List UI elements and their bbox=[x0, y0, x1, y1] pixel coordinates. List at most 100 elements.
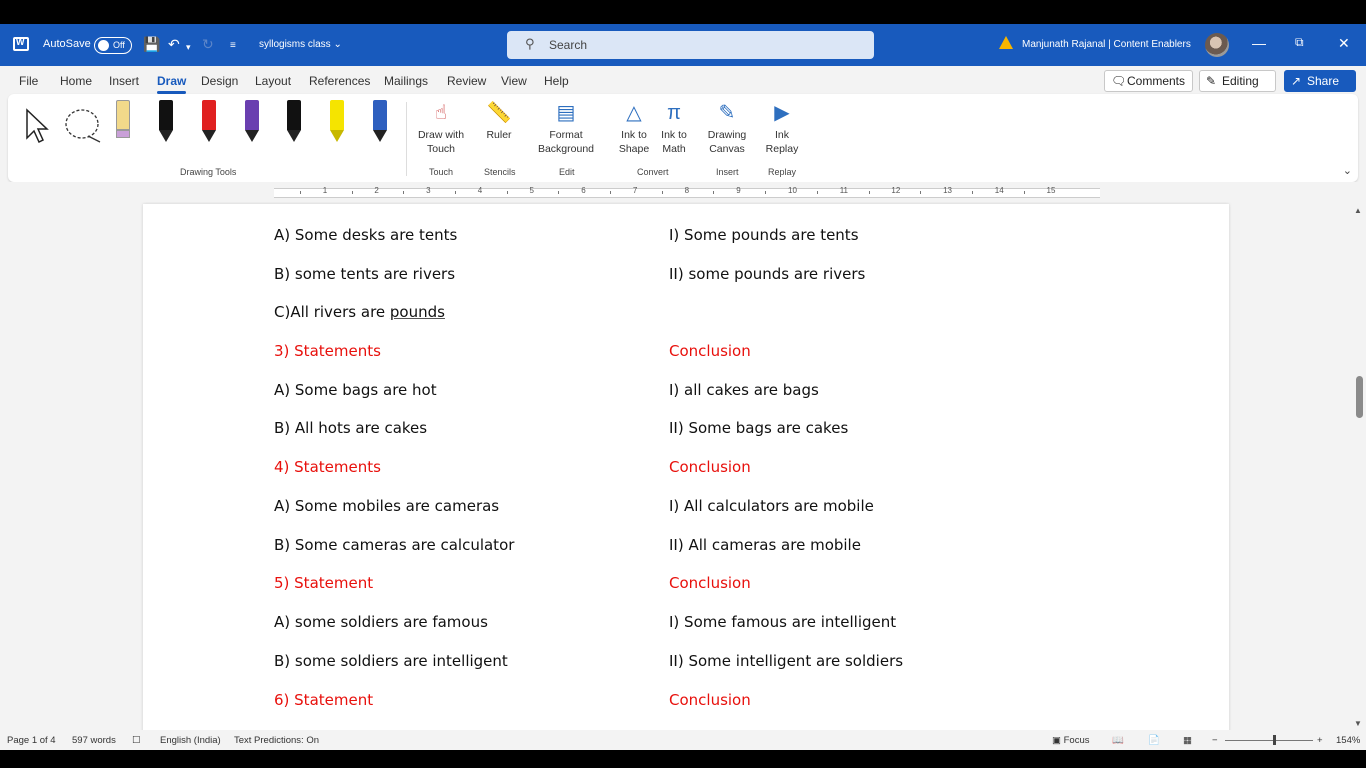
text-predictions[interactable]: Text Predictions: On bbox=[234, 735, 319, 746]
ruler-number: 2 bbox=[374, 186, 379, 195]
tab-insert[interactable]: Insert bbox=[109, 74, 139, 88]
pen-tip bbox=[202, 130, 216, 142]
statement-heading: 3) Statements bbox=[274, 342, 381, 360]
pen-tip bbox=[159, 130, 173, 142]
ink-to-shape-button[interactable]: △ Ink to Shape bbox=[614, 100, 654, 156]
word-logo-icon bbox=[13, 37, 29, 51]
purple-pen-icon[interactable] bbox=[243, 100, 261, 146]
pen-tip bbox=[330, 130, 344, 142]
scroll-up-icon[interactable]: ▲ bbox=[1354, 206, 1362, 215]
conclusion-line: I) Some pounds are tents bbox=[669, 226, 859, 244]
read-mode-icon[interactable]: 📖 bbox=[1112, 735, 1124, 746]
ink-to-math-icon: π bbox=[667, 102, 681, 124]
drawing-canvas-button[interactable]: ✎ Drawing Canvas bbox=[702, 100, 752, 156]
black-galaxy-pen-icon[interactable] bbox=[285, 100, 303, 146]
conclusion-line: I) all cakes are bags bbox=[669, 381, 819, 399]
ink-replay-button[interactable]: ▶ Ink Replay bbox=[760, 100, 804, 156]
undo-icon[interactable]: ↶ bbox=[168, 36, 180, 52]
ruler-number: 11 bbox=[839, 186, 848, 195]
group-replay: Replay bbox=[768, 167, 797, 177]
proofing-icon[interactable]: ☐ bbox=[132, 735, 141, 746]
tab-help[interactable]: Help bbox=[544, 74, 569, 88]
scroll-thumb[interactable] bbox=[1356, 376, 1363, 418]
close-icon[interactable]: ✕ bbox=[1338, 35, 1350, 52]
zoom-in-icon[interactable]: + bbox=[1317, 735, 1323, 746]
ruler-tick bbox=[765, 191, 767, 194]
restore-icon[interactable]: ⧉ bbox=[1295, 35, 1304, 50]
page-count[interactable]: Page 1 of 4 bbox=[7, 735, 56, 746]
editing-button[interactable]: ✎ Editing ⌄ bbox=[1199, 70, 1276, 102]
conclusion-heading: Conclusion bbox=[669, 574, 751, 592]
lasso-select-icon[interactable] bbox=[64, 108, 104, 146]
search-input[interactable]: ⚲ Search bbox=[507, 31, 874, 59]
zoom-out-icon[interactable]: − bbox=[1212, 735, 1218, 746]
statement-text: A) Some mobiles are cameras bbox=[274, 497, 500, 515]
tab-draw[interactable]: Draw bbox=[157, 74, 187, 94]
warning-icon[interactable] bbox=[999, 36, 1013, 49]
zoom-slider-thumb[interactable] bbox=[1273, 735, 1276, 745]
redo-icon[interactable]: ↻ bbox=[202, 36, 214, 52]
document-page[interactable]: A) Some desks are tents I) Some pounds ar… bbox=[143, 204, 1229, 730]
pen-body bbox=[330, 100, 344, 130]
document-title[interactable]: syllogisms class ⌄ bbox=[259, 39, 342, 50]
minimize-icon[interactable]: — bbox=[1252, 35, 1266, 51]
user-name[interactable]: Manjunath Rajanal | Content Enablers bbox=[1022, 39, 1191, 50]
ink-to-shape-icon: △ bbox=[626, 102, 642, 124]
save-icon[interactable]: 💾 bbox=[143, 36, 160, 52]
autosave-state: Off bbox=[113, 40, 125, 50]
pencil-pen-icon[interactable] bbox=[114, 100, 132, 146]
tab-file[interactable]: File bbox=[19, 74, 38, 88]
tab-references[interactable]: References bbox=[309, 74, 370, 88]
statement-line: B) some soldiers are intelligent bbox=[274, 652, 508, 670]
focus-button[interactable]: ▣ Focus bbox=[1052, 735, 1090, 746]
ruler-number: 1 bbox=[322, 186, 328, 195]
word-count[interactable]: 597 words bbox=[72, 735, 116, 746]
ruler-tick bbox=[1023, 191, 1025, 194]
print-layout-icon[interactable]: 📄 bbox=[1148, 735, 1160, 746]
tab-home[interactable]: Home bbox=[60, 74, 92, 88]
yellow-highlighter-icon[interactable] bbox=[328, 100, 346, 146]
tab-design[interactable]: Design bbox=[201, 74, 238, 88]
zoom-level[interactable]: 154% bbox=[1336, 735, 1360, 746]
comments-button[interactable]: 🗨 Comments bbox=[1104, 70, 1193, 92]
ruler-number: 8 bbox=[684, 186, 690, 195]
customize-toolbar-icon[interactable]: ≡ bbox=[230, 38, 236, 54]
spelling-flagged-word[interactable]: pounds bbox=[390, 303, 445, 321]
share-button[interactable]: ↗ Share ⌄ bbox=[1284, 70, 1356, 102]
collapse-ribbon-icon[interactable]: ⌄ bbox=[1343, 164, 1352, 177]
pen-body bbox=[287, 100, 301, 130]
tab-review[interactable]: Review bbox=[447, 74, 486, 88]
zoom-slider[interactable] bbox=[1225, 740, 1313, 741]
status-bar: Page 1 of 4 597 words ☐ English (India) … bbox=[0, 730, 1366, 750]
avatar[interactable] bbox=[1205, 33, 1229, 57]
tab-view[interactable]: View bbox=[501, 74, 527, 88]
statement-line: A) Some mobiles are cameras bbox=[274, 497, 499, 515]
pen-body bbox=[159, 100, 173, 130]
ruler-tick bbox=[713, 191, 715, 194]
statement-text: B) some soldiers are intelligent bbox=[274, 652, 508, 670]
ruler-number: 7 bbox=[632, 186, 638, 195]
language[interactable]: English (India) bbox=[160, 735, 221, 746]
select-arrow-icon[interactable] bbox=[24, 108, 50, 144]
vertical-scrollbar[interactable]: ▲ ▼ bbox=[1352, 202, 1366, 730]
ink-to-math-button[interactable]: π Ink to Math bbox=[656, 100, 692, 156]
action-pen-icon[interactable] bbox=[371, 100, 389, 146]
format-background-button[interactable]: ▤ Format Background bbox=[530, 100, 602, 156]
ink-to-math-label: Ink to Math bbox=[661, 129, 687, 155]
autosave-toggle[interactable]: Off bbox=[94, 37, 132, 54]
tab-mailings[interactable]: Mailings bbox=[384, 74, 428, 88]
ruler-button[interactable]: 📏 Ruler bbox=[478, 100, 520, 142]
comments-label: Comments bbox=[1127, 74, 1186, 88]
pen-tip bbox=[245, 130, 259, 142]
group-insert: Insert bbox=[716, 167, 739, 177]
scroll-down-icon[interactable]: ▼ bbox=[1354, 719, 1362, 728]
web-layout-icon[interactable]: ▦ bbox=[1183, 735, 1192, 746]
tab-layout[interactable]: Layout bbox=[255, 74, 291, 88]
red-pen-icon[interactable] bbox=[200, 100, 218, 146]
ruler-number: 15 bbox=[1046, 186, 1056, 195]
draw-with-touch-button[interactable]: ☝ Draw with Touch bbox=[410, 100, 472, 156]
format-background-label: Format Background bbox=[537, 129, 595, 155]
black-pen-icon[interactable] bbox=[157, 100, 175, 146]
undo-dropdown-icon[interactable]: ▾ bbox=[186, 39, 191, 55]
ruler-tick bbox=[971, 191, 973, 194]
